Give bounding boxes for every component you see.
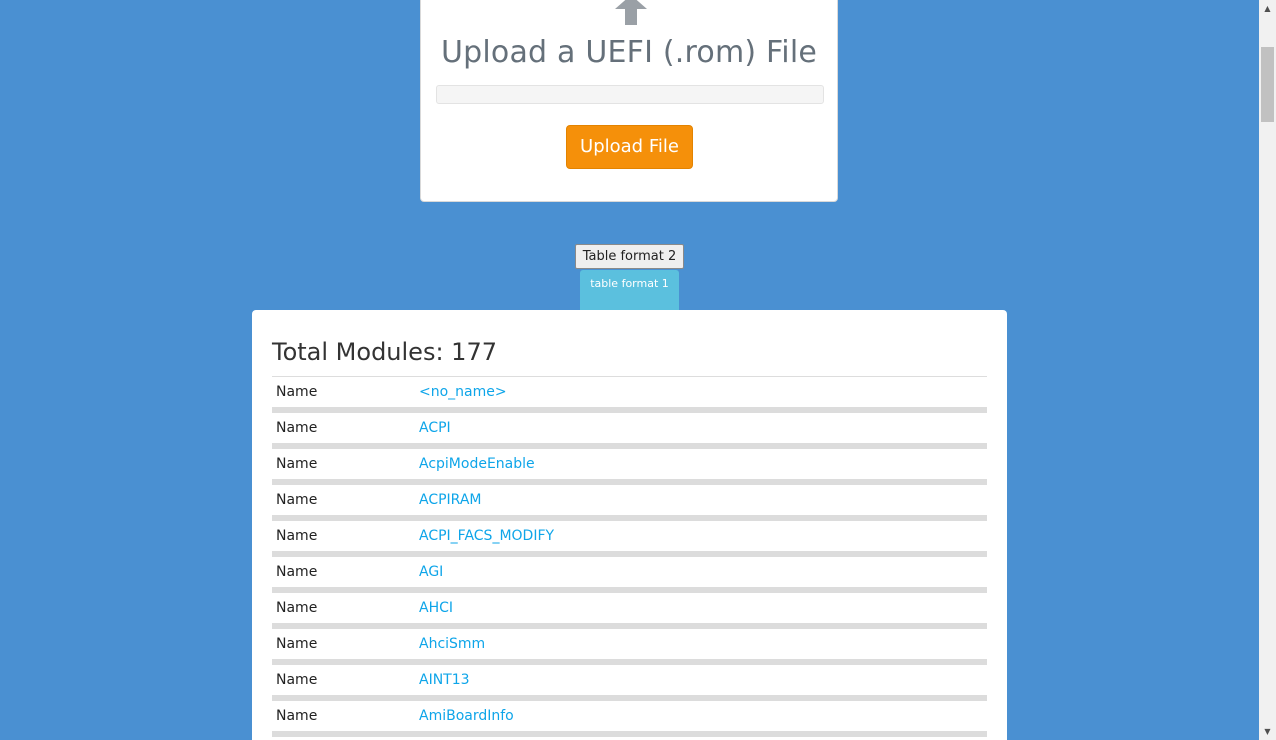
module-link[interactable]: AcpiModeEnable [419,456,535,472]
row-key: Name [276,564,318,580]
module-link[interactable]: ACPI_FACS_MODIFY [419,528,554,544]
module-link[interactable]: AGI [419,564,443,580]
row-key: Name [276,456,318,472]
table-row: Name ACPI [272,413,987,449]
row-key: Name [276,636,318,652]
scroll-up-arrow-icon[interactable]: ▲ [1259,0,1276,17]
upload-file-button[interactable]: Upload File [566,125,693,169]
page: Upload a UEFI (.rom) File Upload File Ta… [0,0,1259,740]
module-link[interactable]: <no_name> [419,384,507,400]
table-row: Name ACPIRAM [272,485,987,521]
module-link[interactable]: AhciSmm [419,636,485,652]
module-link[interactable]: AHCI [419,600,453,616]
vertical-scrollbar[interactable]: ▲ ▼ [1259,0,1276,740]
row-key: Name [276,420,318,436]
total-modules-title: Total Modules: 177 [272,338,497,366]
table-row: Name AGI [272,557,987,593]
table-row: Name AhciSmm [272,629,987,665]
scroll-down-arrow-icon[interactable]: ▼ [1259,723,1276,740]
table-row: Name <no_name> [272,377,987,413]
row-key: Name [276,708,318,724]
modules-panel: Total Modules: 177 Name <no_name> Name A… [252,310,1007,740]
row-key: Name [276,600,318,616]
module-link[interactable]: ACPI [419,420,451,436]
table-row: Name ACPI_FACS_MODIFY [272,521,987,557]
table-row: Name AINT13 [272,665,987,701]
table-row: Name AcpiModeEnable [272,449,987,485]
row-key: Name [276,672,318,688]
scroll-thumb[interactable] [1261,47,1274,122]
upload-title: Upload a UEFI (.rom) File [440,35,818,70]
row-key: Name [276,528,318,544]
upload-card: Upload a UEFI (.rom) File Upload File [420,0,838,202]
module-link[interactable]: AmiBoardInfo [419,708,514,724]
upload-arrow-icon [615,0,647,25]
table-format-1-tab[interactable]: table format 1 [580,270,679,310]
table-row: Name AHCI [272,593,987,629]
row-key: Name [276,492,318,508]
table-format-2-button[interactable]: Table format 2 [575,244,684,269]
modules-table: Name <no_name> Name ACPI Name AcpiModeEn… [272,376,987,737]
table-row: Name AmiBoardInfo [272,701,987,737]
module-link[interactable]: AINT13 [419,672,470,688]
module-link[interactable]: ACPIRAM [419,492,482,508]
file-input[interactable] [436,85,824,104]
row-key: Name [276,384,318,400]
